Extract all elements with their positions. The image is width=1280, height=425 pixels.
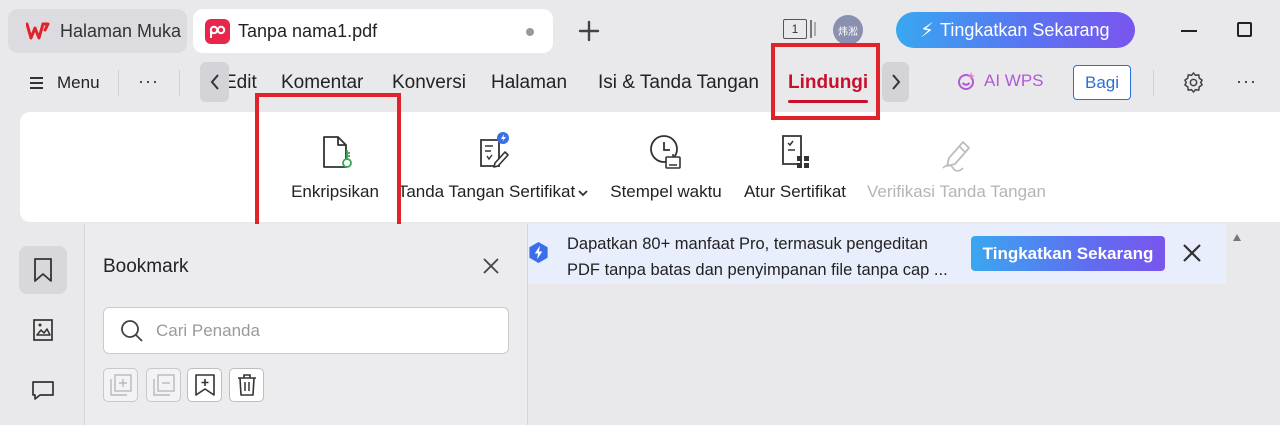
verify-signature-icon: [941, 141, 970, 172]
pro-lightning-icon: [529, 241, 548, 264]
verify-signature-label: Verifikasi Tanda Tangan: [867, 182, 1046, 201]
bookmark-search-input[interactable]: Cari Penanda: [103, 307, 509, 354]
search-icon: [121, 319, 143, 342]
certificate-sign-tool[interactable]: Tanda Tangan Sertifikat: [396, 132, 590, 202]
tab-konversi[interactable]: Konversi: [392, 72, 466, 94]
share-button[interactable]: Bagi: [1073, 65, 1131, 100]
promo-line-1: Dapatkan 80+ manfaat Pro, termasuk penge…: [567, 235, 928, 253]
divider: [179, 70, 180, 96]
tab-home[interactable]: Halaman Muka: [8, 9, 187, 53]
window-count-value: 1: [791, 22, 799, 36]
manage-certificate-label: Atur Sertifikat: [743, 182, 847, 201]
highlight-box-lindungi: [771, 43, 880, 120]
lightning-icon: ⚡: [920, 19, 935, 42]
pdf-icon: [205, 18, 230, 44]
maximize-window-button[interactable]: [1237, 22, 1252, 37]
close-promo-icon[interactable]: [1182, 243, 1202, 263]
bookmark-icon: [34, 258, 52, 282]
hamburger-icon: [30, 74, 43, 92]
divider: [1153, 70, 1154, 96]
search-placeholder: Cari Penanda: [156, 320, 260, 340]
ai-smile-icon: [958, 72, 975, 90]
scroll-up-arrow-icon[interactable]: [1233, 234, 1241, 241]
certificate-sign-text: Tanda Tangan Sertifikat: [397, 182, 576, 201]
tabs-scroll-right-button[interactable]: [882, 62, 909, 102]
manage-certificate-tool[interactable]: Atur Sertifikat: [740, 132, 850, 202]
minimize-window-button[interactable]: [1181, 30, 1197, 32]
rail-comment-button[interactable]: [19, 366, 67, 414]
promo-upgrade-label: Tingkatkan Sekarang: [982, 243, 1154, 263]
remove-bookmark-icon: [152, 374, 175, 396]
upgrade-now-label: Tingkatkan Sekarang: [940, 19, 1110, 40]
more-options-button[interactable]: ···: [138, 71, 159, 92]
trash-icon: [237, 374, 256, 396]
ai-wps-button[interactable]: AI WPS: [956, 71, 1044, 91]
new-bookmark-button[interactable]: [187, 368, 222, 402]
verify-signature-tool: Verifikasi Tanda Tangan: [865, 132, 1048, 202]
tab-halaman[interactable]: Halaman: [491, 72, 567, 94]
rail-thumbnail-button[interactable]: [19, 306, 67, 354]
settings-gear-icon[interactable]: [1182, 71, 1205, 94]
share-label: Bagi: [1084, 72, 1120, 92]
tab-document[interactable]: Tanpa nama1.pdf: [193, 9, 553, 53]
dropdown-caret-icon[interactable]: [578, 189, 588, 197]
avatar-text: 炜淞: [838, 26, 858, 38]
promo-text: Dapatkan 80+ manfaat Pro, termasuk penge…: [567, 231, 948, 283]
ai-wps-label: AI WPS: [984, 71, 1044, 90]
tab-document-label: Tanpa nama1.pdf: [238, 20, 378, 41]
tab-komentar[interactable]: Komentar: [281, 72, 363, 94]
wps-logo-icon: [26, 22, 50, 40]
add-bookmark-icon: [109, 374, 132, 396]
remove-bookmark-button[interactable]: [146, 368, 181, 402]
chevron-left-icon: [210, 74, 219, 90]
rail-bookmark-button[interactable]: [19, 246, 67, 294]
bookmark-plus-icon: [194, 374, 215, 396]
unsaved-dot-icon[interactable]: [526, 28, 534, 36]
comment-icon: [32, 381, 54, 400]
window-count-icon: 1: [783, 19, 807, 39]
certificate-sign-icon: [480, 132, 509, 168]
chevron-right-icon: [891, 74, 900, 90]
upgrade-now-button[interactable]: ⚡ Tingkatkan Sekarang: [896, 12, 1135, 48]
tab-home-label: Halaman Muka: [60, 20, 182, 41]
delete-bookmark-button[interactable]: [229, 368, 264, 402]
menu-label: Menu: [57, 73, 100, 92]
user-avatar[interactable]: 炜淞: [833, 15, 863, 45]
divider: [118, 70, 119, 96]
tabs-scroll-left-button[interactable]: [200, 62, 229, 102]
tab-isi-tanda-tangan[interactable]: Isi & Tanda Tangan: [598, 72, 759, 94]
add-bookmark-above-button[interactable]: [103, 368, 138, 402]
promo-line-2: PDF tanpa batas dan penyimpanan file tan…: [567, 261, 948, 279]
timestamp-icon: [650, 135, 681, 169]
window-count-indicator[interactable]: 1: [783, 19, 816, 39]
more-menu-button[interactable]: ···: [1236, 71, 1257, 92]
menu-button[interactable]: Menu: [30, 71, 100, 95]
bookmark-panel-title: Bookmark: [103, 256, 189, 277]
promo-upgrade-button[interactable]: Tingkatkan Sekarang: [971, 236, 1165, 271]
timestamp-tool[interactable]: Stempel waktu: [607, 132, 725, 202]
close-panel-icon[interactable]: [481, 256, 501, 276]
manage-certificate-icon: [782, 135, 809, 168]
new-tab-plus-icon[interactable]: [578, 20, 600, 42]
timestamp-label: Stempel waktu: [610, 182, 722, 201]
image-thumbnail-icon: [33, 319, 53, 341]
certificate-sign-label: Tanda Tangan Sertifikat: [398, 182, 588, 202]
highlight-box-encrypt: [255, 93, 401, 235]
